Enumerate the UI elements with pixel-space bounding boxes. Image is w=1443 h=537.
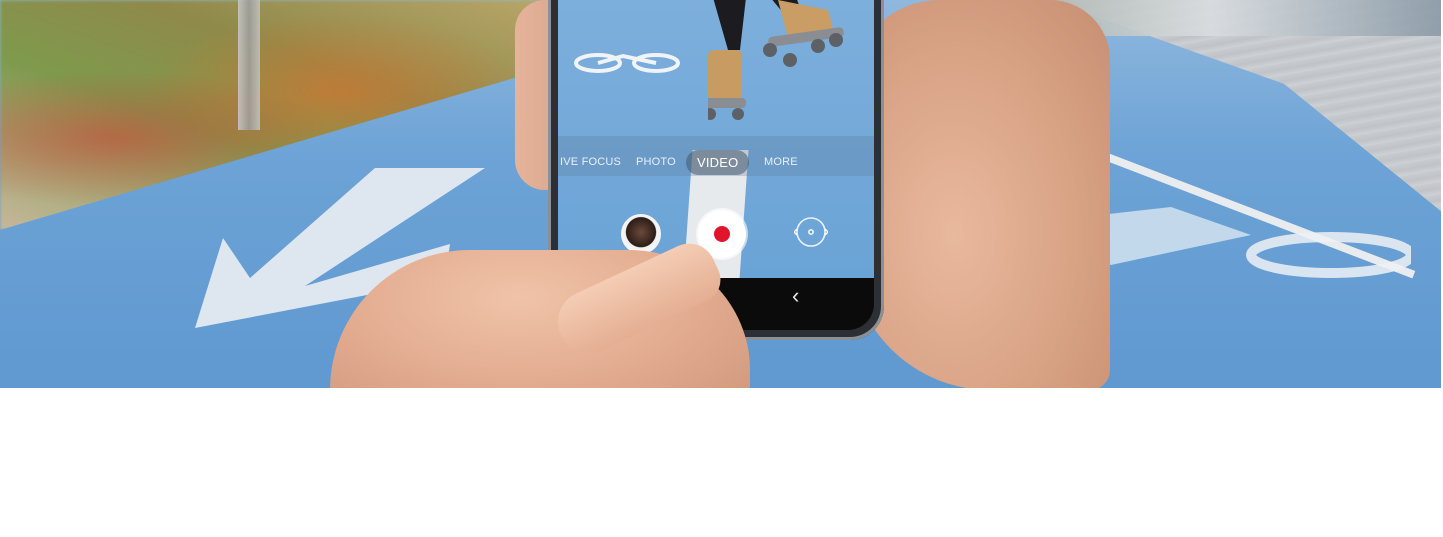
- camera-viewfinder: IVE FOCUS PHOTO VIDEO MORE: [558, 0, 874, 278]
- mode-live-focus[interactable]: IVE FOCUS: [560, 156, 621, 168]
- street-pole: [238, 0, 260, 130]
- mode-more[interactable]: MORE: [764, 156, 798, 168]
- gallery-thumbnail[interactable]: [621, 214, 661, 254]
- roller-skater: [708, 0, 844, 120]
- holding-hand: [850, 0, 1110, 388]
- record-icon: [714, 226, 730, 242]
- camera-mode-bar: IVE FOCUS PHOTO VIDEO MORE: [558, 136, 874, 176]
- mode-photo[interactable]: PHOTO: [636, 156, 676, 168]
- bike-symbol: [574, 53, 680, 73]
- switch-camera-icon[interactable]: [794, 215, 828, 249]
- hero-banner: IVE FOCUS PHOTO VIDEO MORE ‹: [0, 0, 1441, 388]
- back-icon[interactable]: ‹: [792, 285, 799, 307]
- mode-video-selected[interactable]: VIDEO: [686, 150, 750, 175]
